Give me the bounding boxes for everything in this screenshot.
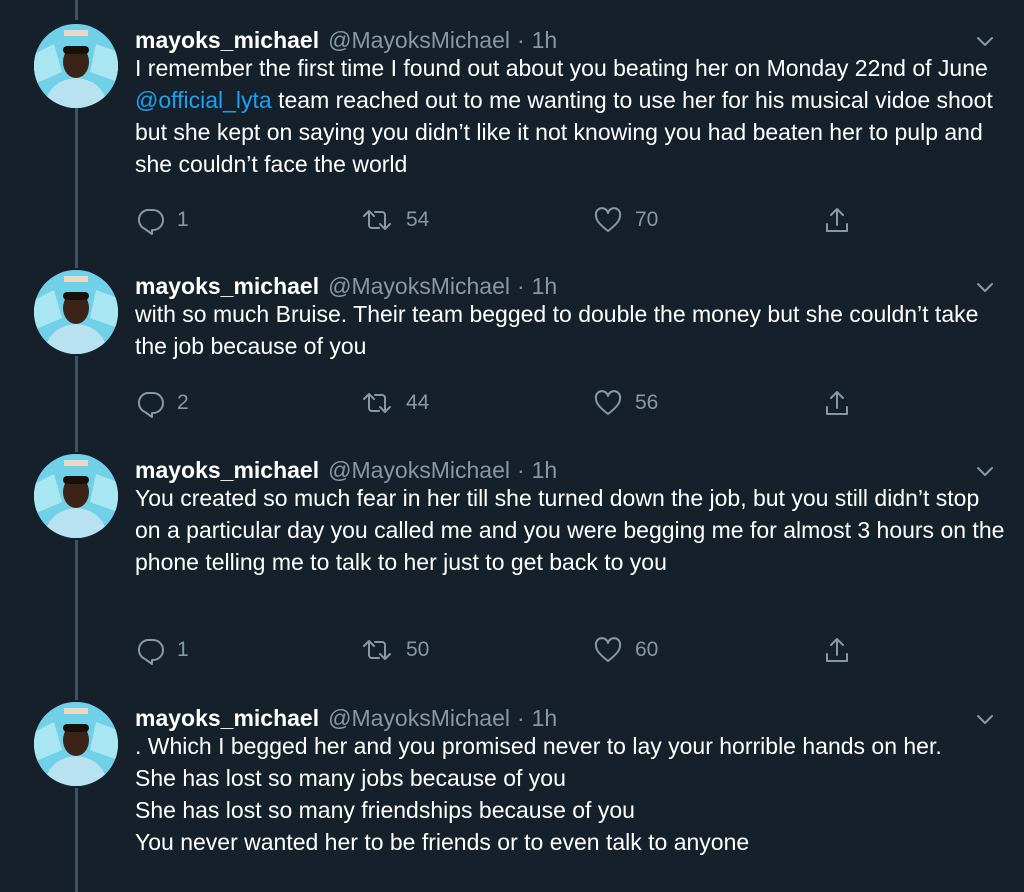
retweet-count: 50 bbox=[406, 638, 430, 661]
timestamp[interactable]: 1h bbox=[532, 705, 558, 732]
mention-link[interactable]: @official_lyta bbox=[135, 87, 272, 113]
username[interactable]: @MayoksMichael bbox=[328, 27, 510, 54]
reply-icon bbox=[135, 388, 165, 418]
separator: · bbox=[516, 704, 525, 731]
tweet-actions: 1 50 60 bbox=[0, 632, 1024, 668]
tweet-actions: 1 54 70 bbox=[0, 202, 1024, 238]
retweet-icon bbox=[360, 205, 394, 235]
reply-button[interactable]: 2 bbox=[135, 385, 189, 421]
share-button[interactable] bbox=[822, 385, 852, 421]
tweet[interactable]: mayoks_michael @MayoksMichael · 1h You c… bbox=[0, 454, 1024, 684]
avatar[interactable] bbox=[34, 702, 118, 786]
share-button[interactable] bbox=[822, 632, 852, 668]
retweet-count: 54 bbox=[406, 208, 430, 231]
display-name[interactable]: mayoks_michael bbox=[135, 27, 319, 54]
like-count: 60 bbox=[635, 638, 659, 661]
username[interactable]: @MayoksMichael bbox=[328, 705, 510, 732]
avatar[interactable] bbox=[34, 270, 118, 354]
like-button[interactable]: 56 bbox=[593, 385, 658, 421]
like-icon bbox=[593, 205, 623, 235]
retweet-button[interactable]: 50 bbox=[360, 632, 429, 668]
like-button[interactable]: 70 bbox=[593, 202, 658, 238]
tweet-thread: mayoks_michael @MayoksMichael · 1h I rem… bbox=[0, 0, 1024, 892]
timestamp[interactable]: 1h bbox=[532, 27, 558, 54]
tweet-text: . Which I begged her and you promised ne… bbox=[135, 733, 942, 855]
username[interactable]: @MayoksMichael bbox=[328, 273, 510, 300]
display-name[interactable]: mayoks_michael bbox=[135, 273, 319, 300]
retweet-button[interactable]: 54 bbox=[360, 202, 429, 238]
like-count: 70 bbox=[635, 208, 659, 231]
thread-line bbox=[75, 0, 78, 20]
username[interactable]: @MayoksMichael bbox=[328, 457, 510, 484]
chevron-down-icon[interactable] bbox=[974, 708, 996, 730]
tweet-text-part: I remember the first time I found out ab… bbox=[135, 55, 988, 81]
reply-icon bbox=[135, 205, 165, 235]
avatar[interactable] bbox=[34, 454, 118, 538]
share-button[interactable] bbox=[822, 202, 852, 238]
share-icon bbox=[822, 205, 852, 235]
reply-button[interactable]: 1 bbox=[135, 202, 189, 238]
chevron-down-icon[interactable] bbox=[974, 276, 996, 298]
retweet-icon bbox=[360, 635, 394, 665]
separator: · bbox=[516, 456, 525, 483]
share-icon bbox=[822, 635, 852, 665]
reply-count: 2 bbox=[177, 391, 189, 414]
retweet-count: 44 bbox=[406, 391, 430, 414]
tweet-text: I remember the first time I found out ab… bbox=[135, 52, 1010, 180]
display-name[interactable]: mayoks_michael bbox=[135, 705, 319, 732]
timestamp[interactable]: 1h bbox=[532, 457, 558, 484]
like-button[interactable]: 60 bbox=[593, 632, 658, 668]
reply-icon bbox=[135, 635, 165, 665]
like-icon bbox=[593, 635, 623, 665]
separator: · bbox=[516, 272, 525, 299]
chevron-down-icon[interactable] bbox=[974, 30, 996, 52]
tweet[interactable]: mayoks_michael @MayoksMichael · 1h . Whi… bbox=[0, 702, 1024, 892]
share-icon bbox=[822, 388, 852, 418]
reply-count: 1 bbox=[177, 208, 189, 231]
tweet-text: with so much Bruise. Their team begged t… bbox=[135, 301, 979, 359]
retweet-icon bbox=[360, 388, 394, 418]
retweet-button[interactable]: 44 bbox=[360, 385, 429, 421]
reply-count: 1 bbox=[177, 638, 189, 661]
like-count: 56 bbox=[635, 391, 659, 414]
separator: · bbox=[516, 26, 525, 53]
like-icon bbox=[593, 388, 623, 418]
reply-button[interactable]: 1 bbox=[135, 632, 189, 668]
tweet[interactable]: mayoks_michael @MayoksMichael · 1h I rem… bbox=[0, 24, 1024, 254]
timestamp[interactable]: 1h bbox=[532, 273, 558, 300]
tweet-actions: 2 44 56 bbox=[0, 385, 1024, 421]
tweet-text: You created so much fear in her till she… bbox=[135, 485, 1005, 575]
tweet[interactable]: mayoks_michael @MayoksMichael · 1h with … bbox=[0, 270, 1024, 440]
chevron-down-icon[interactable] bbox=[974, 460, 996, 482]
avatar[interactable] bbox=[34, 24, 118, 108]
display-name[interactable]: mayoks_michael bbox=[135, 457, 319, 484]
